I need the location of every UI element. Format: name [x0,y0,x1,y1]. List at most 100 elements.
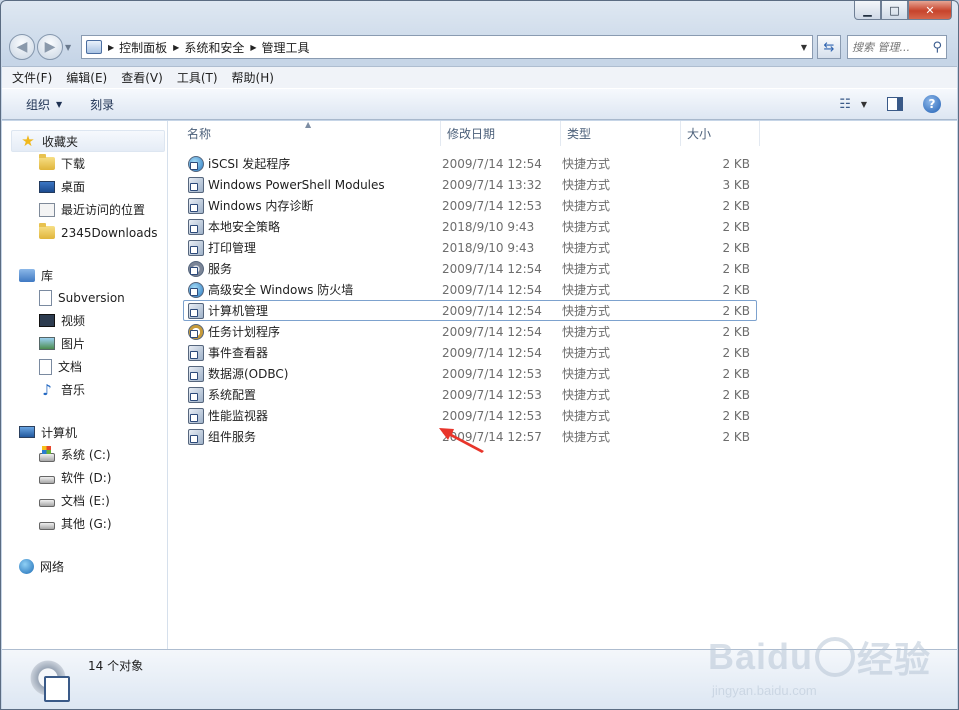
organize-button[interactable]: 组织 ▼ [26,96,62,113]
chevron-down-icon: ▼ [56,99,63,109]
desktop-icon [39,180,55,193]
breadcrumb-chevron-icon[interactable]: ▶ [250,43,256,52]
item-count: 14 个对象 [88,659,144,673]
organize-label: 组织 [26,97,51,112]
file-row[interactable]: 系统配置 2009/7/14 12:53 快捷方式 2 KB [183,384,757,405]
nav-item-2345downloads[interactable]: 2345Downloads [2,221,167,244]
shortcut-icon [188,344,204,361]
file-row[interactable]: 服务 2009/7/14 12:54 快捷方式 2 KB [183,258,757,279]
file-row[interactable]: 性能监视器 2009/7/14 12:53 快捷方式 2 KB [183,405,757,426]
hard-drive-icon [39,498,55,507]
shortcut-icon [188,218,204,235]
breadcrumb-control-panel[interactable]: 控制面板 [119,39,167,56]
file-row[interactable]: Windows 内存诊断 2009/7/14 12:53 快捷方式 2 KB [183,195,757,216]
preview-pane-icon[interactable] [887,97,903,111]
back-arrow-icon: ◀ [16,39,28,55]
recent-places-icon [39,202,55,217]
watermark: Bai du 经验 jingyan.baidu.com [707,636,931,698]
nav-item-recent-places[interactable]: 最近访问的位置 [2,198,167,221]
nav-item-subversion[interactable]: Subversion [2,286,167,309]
nav-item-drive-g[interactable]: 其他 (G:) [2,512,167,535]
nav-favorites[interactable]: ★ 收藏夹 [11,130,165,152]
services-gear-icon [188,260,204,277]
nav-item-drive-e[interactable]: 文档 (E:) [2,489,167,512]
view-options-icon[interactable]: ☷ [839,97,851,112]
file-row[interactable]: 任务计划程序 2009/7/14 12:54 快捷方式 2 KB [183,321,757,342]
help-icon[interactable]: ? [923,95,941,113]
nav-network[interactable]: 网络 [11,555,165,577]
file-row[interactable]: 事件查看器 2009/7/14 12:54 快捷方式 2 KB [183,342,757,363]
nav-item-drive-c[interactable]: 系统 (C:) [2,443,167,466]
column-headers: ▲ 名称 修改日期 类型 大小 [168,120,760,146]
nav-item-desktop[interactable]: 桌面 [2,175,167,198]
hard-drive-icon [39,475,55,484]
search-icon[interactable]: ⚲ [932,40,942,55]
back-button[interactable]: ◀ [9,34,35,60]
search-input[interactable] [852,40,924,54]
menu-view[interactable]: 查看(V) [121,69,163,86]
shortcut-icon [188,365,204,382]
command-bar: 组织 ▼ 刻录 ☷ ▼ ? [2,88,957,120]
menu-bar: 文件(F) 编辑(E) 查看(V) 工具(T) 帮助(H) [2,66,957,88]
menu-tools[interactable]: 工具(T) [177,69,218,86]
computer-icon [19,426,35,438]
nav-item-drive-d[interactable]: 软件 (D:) [2,466,167,489]
refresh-button[interactable]: ⇆ [817,35,841,59]
folder-icon [39,154,55,170]
file-row[interactable]: 本地安全策略 2018/9/10 9:43 快捷方式 2 KB [183,216,757,237]
document-icon [39,358,52,375]
close-button[interactable]: ✕ [908,1,952,20]
burn-button[interactable]: 刻录 [90,96,114,113]
file-row[interactable]: Windows PowerShell Modules 2009/7/14 13:3… [183,174,757,195]
nav-computer[interactable]: 计算机 [11,421,165,443]
column-header-size[interactable]: 大小 [681,121,760,146]
column-header-type[interactable]: 类型 [561,121,681,146]
library-icon [19,268,35,282]
column-header-date[interactable]: 修改日期 [441,121,561,146]
address-bar[interactable]: ▶ 控制面板 ▶ 系统和安全 ▶ 管理工具 ▼ [81,35,813,59]
task-scheduler-icon [188,323,204,340]
menu-file[interactable]: 文件(F) [12,69,52,86]
search-box[interactable]: ⚲ [847,35,947,59]
network-icon [19,558,34,574]
address-row: ◀ ▶ ▼ ▶ 控制面板 ▶ 系统和安全 ▶ 管理工具 ▼ ⇆ ⚲ [9,33,952,61]
hard-drive-icon [39,521,55,530]
nav-item-pictures[interactable]: 图片 [2,332,167,355]
file-rows: iSCSI 发起程序 2009/7/14 12:54 快捷方式 2 KB Window… [183,153,757,447]
nav-item-music[interactable]: ♪ 音乐 [2,378,167,401]
forward-arrow-icon: ▶ [44,39,56,55]
nav-item-downloads[interactable]: 下载 [2,152,167,175]
firewall-icon [188,281,204,298]
breadcrumb-chevron-icon[interactable]: ▶ [173,43,179,52]
minimize-button[interactable]: ▁ [854,1,881,20]
breadcrumb-chevron-icon[interactable]: ▶ [108,43,114,52]
nav-libraries[interactable]: 库 [11,264,165,286]
file-row[interactable]: iSCSI 发起程序 2009/7/14 12:54 快捷方式 2 KB [183,153,757,174]
nav-item-videos[interactable]: 视频 [2,309,167,332]
control-panel-icon [86,40,102,54]
nav-item-documents[interactable]: 文档 [2,355,167,378]
file-row[interactable]: 打印管理 2018/9/10 9:43 快捷方式 2 KB [183,237,757,258]
shortcut-icon [188,428,204,445]
admin-tools-folder-icon [26,656,70,702]
maximize-button[interactable]: □ [881,1,908,20]
view-options-dropdown[interactable]: ▼ [861,100,867,109]
breadcrumb-admin-tools[interactable]: 管理工具 [262,39,310,56]
menu-help[interactable]: 帮助(H) [232,69,274,86]
folder-icon [39,223,55,239]
caption-buttons: ▁ □ ✕ [854,1,952,20]
iscsi-icon [188,155,204,172]
picture-icon [39,337,55,350]
breadcrumb-system-security[interactable]: 系统和安全 [184,39,244,56]
file-row-computer-management[interactable]: 计算机管理 2009/7/14 12:54 快捷方式 2 KB [183,300,757,321]
annotation-arrow-icon [439,428,484,453]
forward-button[interactable]: ▶ [37,34,63,60]
recent-pages-dropdown[interactable]: ▼ [65,43,77,52]
file-row[interactable]: 数据源(ODBC) 2009/7/14 12:53 快捷方式 2 KB [183,363,757,384]
file-row[interactable]: 高级安全 Windows 防火墙 2009/7/14 12:54 快捷方式 2 KB [183,279,757,300]
sort-ascending-icon: ▲ [305,120,312,129]
menu-edit[interactable]: 编辑(E) [66,69,107,86]
shortcut-icon [188,407,204,424]
video-icon [39,314,55,327]
address-history-dropdown[interactable]: ▼ [796,43,812,52]
